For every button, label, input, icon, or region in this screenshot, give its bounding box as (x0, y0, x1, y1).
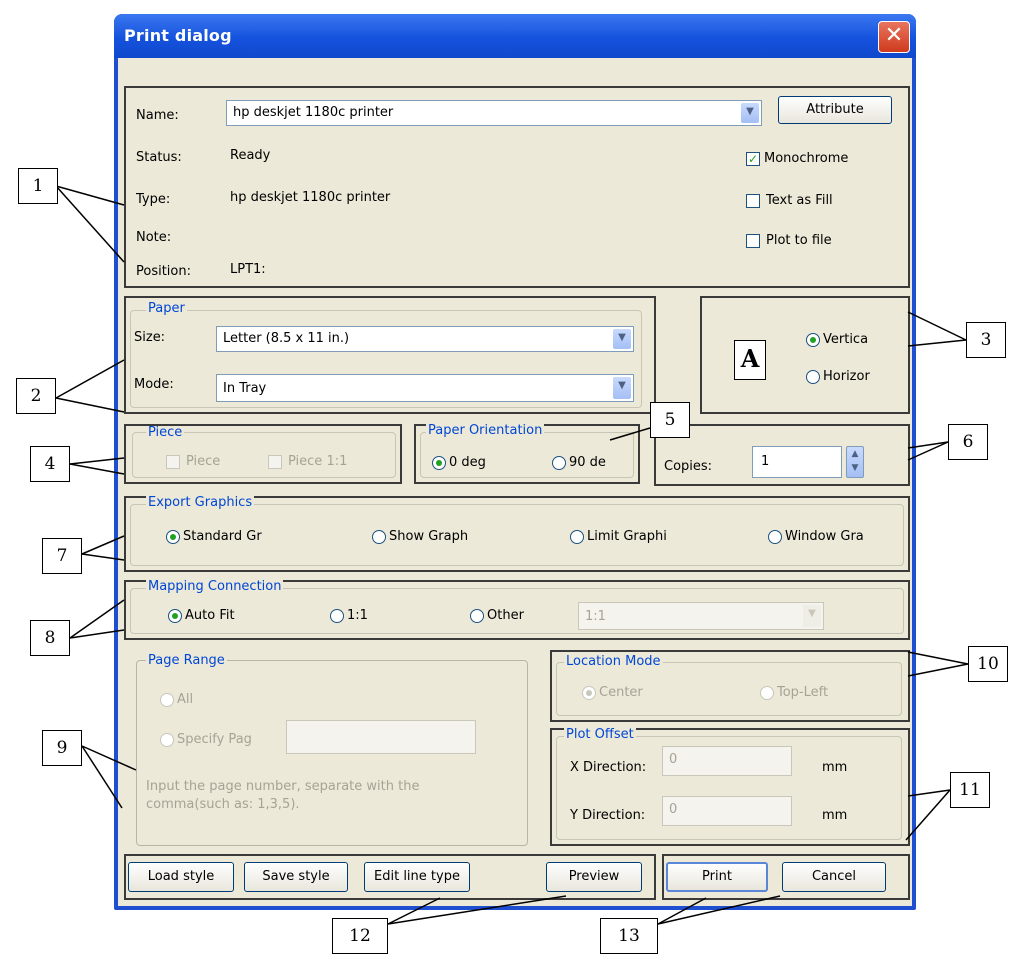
leader-line (907, 311, 967, 341)
leader-line (69, 463, 125, 475)
callout-2: 2 (16, 378, 56, 414)
leader-line (907, 651, 969, 665)
callout-10: 10 (968, 646, 1008, 682)
callout-6: 6 (948, 424, 988, 460)
leader-line (69, 629, 125, 639)
callout-8: 8 (30, 620, 70, 656)
leader-line (907, 789, 951, 797)
callout-13: 13 (600, 918, 658, 954)
callout-leader-lines (55, 185, 969, 925)
leader-line (907, 339, 967, 347)
leader-line (55, 185, 125, 263)
leader-line (69, 457, 125, 465)
leader-line (905, 789, 951, 841)
leader-line (55, 359, 125, 399)
callout-4: 4 (30, 446, 70, 482)
callout-7: 7 (42, 538, 82, 574)
callout-12: 12 (332, 918, 388, 954)
leader-line (55, 185, 125, 206)
leader-line (907, 663, 969, 677)
leader-line (55, 397, 125, 413)
leader-line (609, 427, 651, 441)
leader-line (81, 535, 125, 555)
leader-line (81, 553, 125, 561)
leader-line (657, 895, 781, 925)
callout-1: 1 (18, 168, 58, 204)
leader-line (657, 897, 707, 925)
leader-line (69, 599, 125, 639)
callout-3: 3 (966, 322, 1006, 358)
callout-11: 11 (950, 772, 990, 808)
callout-9: 9 (42, 730, 82, 766)
callout-5: 5 (650, 402, 690, 438)
